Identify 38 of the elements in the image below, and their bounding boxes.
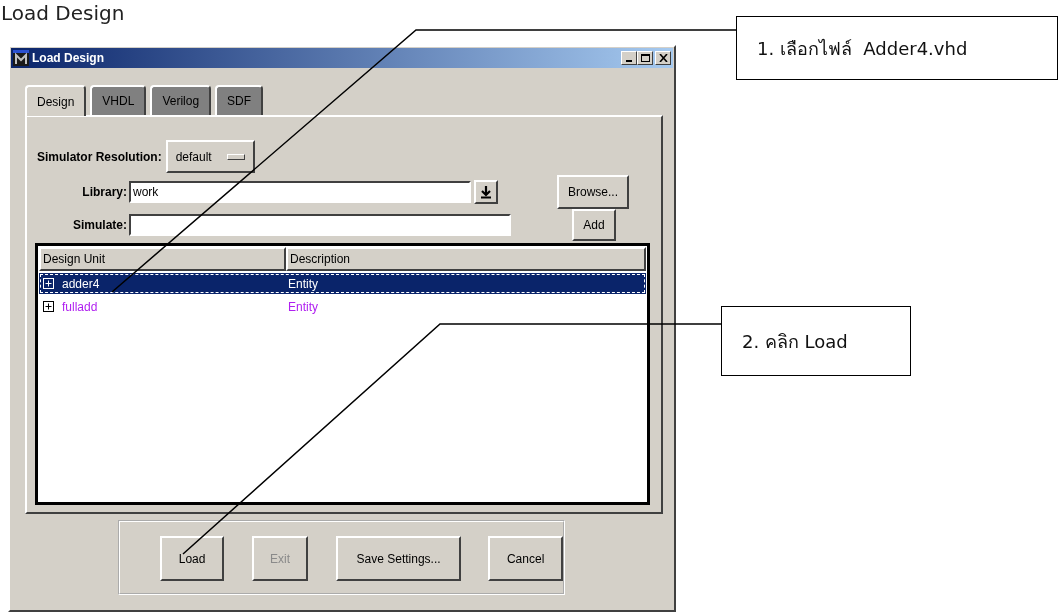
list-row[interactable]: adder4 Entity <box>39 273 646 294</box>
maximize-button[interactable] <box>637 51 653 65</box>
window-title: Load Design <box>32 51 104 65</box>
dialog-button[interactable]: Save Settings... <box>335 536 462 581</box>
option-menu-icon <box>226 153 245 160</box>
table-cell: adder4 <box>62 276 100 291</box>
list-row[interactable]: fulladd Entity <box>39 296 646 317</box>
tab[interactable]: SDF <box>215 85 264 115</box>
maximize-icon <box>640 54 650 62</box>
expand-icon[interactable] <box>43 301 54 312</box>
browse-button[interactable]: Browse... <box>557 175 629 209</box>
minimize-button[interactable] <box>621 51 637 65</box>
callout-box: 2. คลิก Load <box>721 306 911 376</box>
page-heading: Load Design <box>1 0 125 26</box>
callout-box: 1. เลือกไฟล์ Adder4.vhd <box>736 16 1058 80</box>
tab[interactable]: VHDL <box>90 85 147 115</box>
close-button[interactable] <box>655 51 671 65</box>
column-header[interactable]: Description <box>286 247 646 271</box>
table-cell: Entity <box>288 299 318 314</box>
close-icon <box>658 54 668 62</box>
table-cell: fulladd <box>62 299 98 314</box>
dialog-button[interactable]: Cancel <box>488 536 563 581</box>
resolution-dropdown[interactable]: default <box>165 140 255 173</box>
dropdown-value: default <box>175 149 212 164</box>
field-label: Simulator Resolution: <box>37 149 162 164</box>
download-icon <box>480 185 492 199</box>
add-button[interactable]: Add <box>572 209 616 241</box>
simulate-field[interactable] <box>129 214 511 236</box>
field-label: Library: <box>81 185 127 199</box>
library-field[interactable]: work <box>129 181 471 203</box>
app-icon <box>13 50 29 66</box>
field-label: Simulate: <box>72 218 127 232</box>
dialog-button[interactable]: Load <box>160 536 225 581</box>
download-button[interactable] <box>474 180 498 204</box>
table-cell: Entity <box>288 276 318 291</box>
tab[interactable]: Design <box>25 85 87 116</box>
column-header[interactable]: Design Unit <box>39 247 286 271</box>
tab[interactable]: Verilog <box>150 85 212 115</box>
